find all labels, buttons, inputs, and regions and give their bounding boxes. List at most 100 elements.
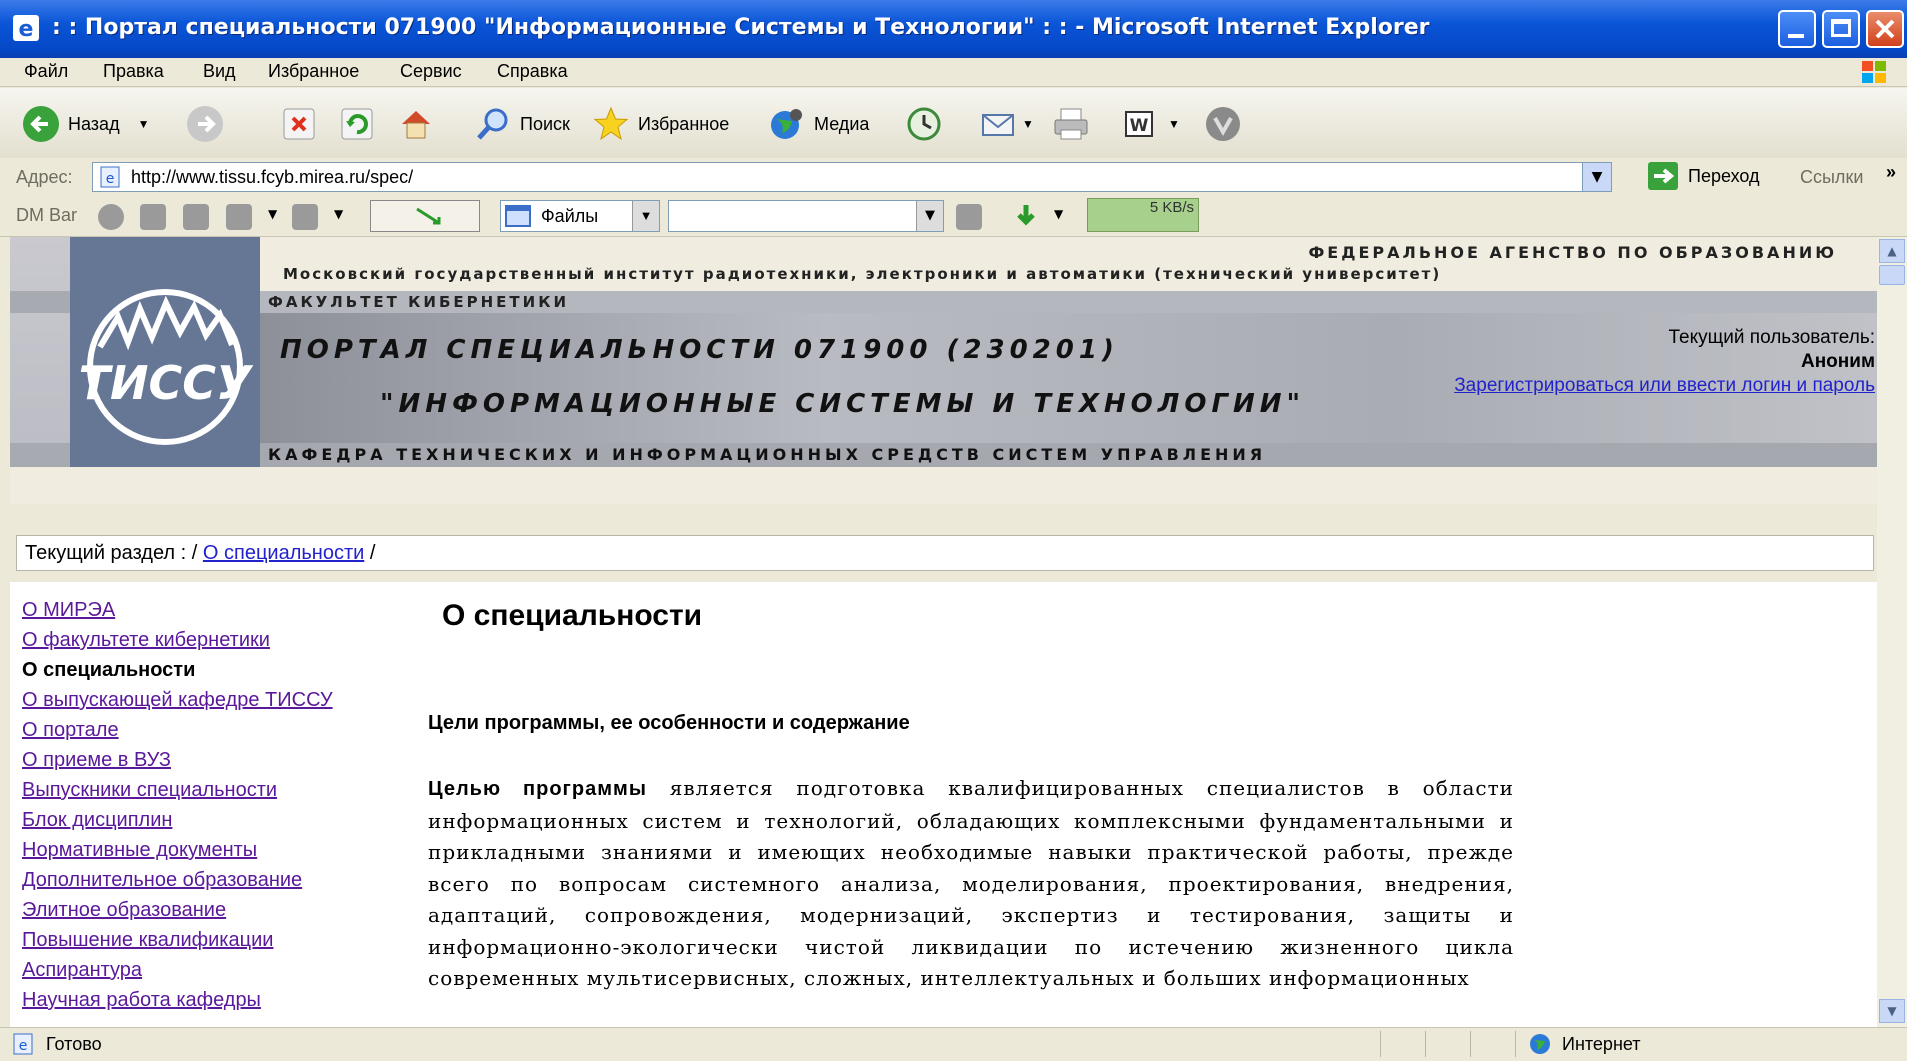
address-input[interactable]: e http://www.tissu.fcyb.mirea.ru/spec/ ▼ bbox=[92, 162, 1612, 192]
printer-icon bbox=[1054, 108, 1088, 140]
forward-button[interactable] bbox=[186, 104, 232, 144]
close-button[interactable] bbox=[1866, 10, 1904, 48]
menu-bar: Файл Правка Вид Избранное Сервис Справка bbox=[0, 58, 1907, 87]
star-icon bbox=[593, 106, 629, 141]
content-paragraph: Целью программы является подготовка квал… bbox=[428, 773, 1514, 995]
header-bottom-strip bbox=[10, 467, 1877, 504]
address-dropdown-icon[interactable]: ▼ bbox=[1582, 163, 1611, 191]
dm-files-dropdown-icon[interactable]: ▼ bbox=[632, 201, 659, 231]
dm-status-box[interactable] bbox=[370, 200, 480, 232]
dm-bar-label: DM Bar bbox=[16, 205, 78, 225]
scroll-up-icon[interactable]: ▲ bbox=[1879, 239, 1905, 263]
nav-item-documents[interactable]: Нормативные документы bbox=[22, 839, 257, 862]
menu-favorites[interactable]: Избранное bbox=[268, 61, 359, 82]
home-button[interactable] bbox=[397, 104, 443, 144]
institute-text: Московский государственный институт ради… bbox=[283, 265, 1442, 283]
back-dropdown-icon[interactable]: ▼ bbox=[138, 117, 150, 131]
agency-text: ФЕДЕРАЛЬНОЕ АГЕНСТВО ПО ОБРАЗОВАНИЮ bbox=[1308, 243, 1837, 262]
nav-item-graduates[interactable]: Выпускники специальности bbox=[22, 779, 277, 802]
go-button[interactable]: Переход bbox=[1648, 162, 1760, 190]
menu-tools[interactable]: Сервис bbox=[400, 61, 462, 82]
breadcrumb-link[interactable]: О специальности bbox=[203, 542, 364, 564]
minimize-button[interactable] bbox=[1778, 10, 1816, 48]
menu-file[interactable]: Файл bbox=[24, 61, 68, 82]
nav-item-disciplines[interactable]: Блок дисциплин bbox=[22, 809, 172, 832]
favorites-button[interactable]: Избранное bbox=[592, 104, 729, 144]
media-globe-icon bbox=[771, 109, 802, 139]
history-icon bbox=[907, 107, 941, 141]
stop-button[interactable] bbox=[280, 104, 326, 144]
dm-tools-icon[interactable] bbox=[292, 204, 318, 230]
page-title: О специальности bbox=[442, 599, 703, 632]
history-button[interactable] bbox=[905, 104, 951, 144]
nav-item-research[interactable]: Научная работа кафедры bbox=[22, 989, 261, 1012]
nav-item-portal[interactable]: О портале bbox=[22, 719, 119, 742]
status-text: Готово bbox=[46, 1034, 102, 1054]
dm-files-label: Файлы bbox=[541, 206, 599, 226]
dm-bar: DM Bar ▼ ▼ Файлы ▼ ▼ ▼ 5 KB/s bbox=[0, 196, 1907, 237]
nav-item-mirea[interactable]: О МИРЭА bbox=[22, 599, 115, 622]
stop-icon bbox=[283, 108, 315, 140]
scroll-thumb[interactable] bbox=[1879, 265, 1905, 285]
portal-title-line2: "ИНФОРМАЦИОННЫЕ СИСТЕМЫ И ТЕХНОЛОГИИ" bbox=[380, 389, 1306, 419]
dm-search-input[interactable]: ▼ bbox=[668, 200, 944, 232]
print-button[interactable] bbox=[1052, 104, 1098, 144]
breadcrumb-suffix: / bbox=[369, 542, 376, 564]
search-button[interactable]: Поиск bbox=[474, 104, 570, 144]
tissu-logo: ТИССУ bbox=[70, 237, 260, 504]
dm-globe-icon[interactable] bbox=[98, 204, 124, 230]
address-label: Адрес: bbox=[16, 167, 73, 187]
dm-home-icon[interactable] bbox=[226, 204, 252, 230]
nav-item-faculty[interactable]: О факультете кибернетики bbox=[22, 629, 270, 652]
register-login-link[interactable]: Зарегистрироваться или ввести логин и па… bbox=[1454, 375, 1875, 397]
home-icon bbox=[402, 111, 430, 139]
section-heading: Цели программы, ее особенности и содержа… bbox=[428, 712, 910, 734]
toolbar: Назад ▼ Поиск Избранное Медиа ▼ W ▼ bbox=[0, 88, 1907, 159]
download-icon[interactable] bbox=[1012, 202, 1040, 230]
go-label: Переход bbox=[1688, 165, 1760, 186]
media-button[interactable]: Медиа bbox=[768, 104, 869, 144]
faculty-bar: ФАКУЛЬТЕТ КИБЕРНЕТИКИ bbox=[260, 291, 1877, 313]
logo-image: ТИССУ bbox=[79, 289, 254, 445]
department-bar: КАФЕДРА ТЕХНИЧЕСКИХ И ИНФОРМАЦИОННЫХ СРЕ… bbox=[260, 443, 1877, 467]
search-icon bbox=[477, 108, 508, 140]
dm-search-dropdown-icon[interactable]: ▼ bbox=[916, 201, 943, 231]
dm-add-icon[interactable] bbox=[140, 204, 166, 230]
mail-button[interactable]: ▼ bbox=[980, 104, 1034, 144]
address-bar: Адрес: e http://www.tissu.fcyb.mirea.ru/… bbox=[0, 158, 1907, 197]
nav-item-qualification[interactable]: Повышение квалификации bbox=[22, 929, 273, 952]
paragraph-text: является подготовка квалифицированных сп… bbox=[428, 776, 1514, 990]
scroll-down-icon[interactable]: ▼ bbox=[1879, 999, 1905, 1023]
download-dropdown-icon[interactable]: ▼ bbox=[1054, 207, 1063, 221]
nav-item-postgraduate[interactable]: Аспирантура bbox=[22, 959, 142, 982]
dm-files-select[interactable]: Файлы ▼ bbox=[500, 200, 660, 232]
menu-view[interactable]: Вид bbox=[203, 61, 236, 82]
nav-item-admission[interactable]: О приеме в ВУЗ bbox=[22, 749, 171, 772]
dm-search-icon[interactable] bbox=[956, 204, 982, 230]
portal-banner: ПОРТАЛ СПЕЦИАЛЬНОСТИ 071900 (230201) "ИН… bbox=[260, 313, 1877, 443]
dm-arrow-icon bbox=[416, 207, 441, 225]
dm-dropdown-icon[interactable]: ▼ bbox=[268, 207, 277, 221]
nav-item-additional-education[interactable]: Дополнительное образование bbox=[22, 869, 302, 892]
back-label: Назад bbox=[68, 113, 120, 134]
maximize-button[interactable] bbox=[1822, 10, 1860, 48]
address-url: http://www.tissu.fcyb.mirea.ru/spec/ bbox=[131, 167, 414, 187]
mail-icon bbox=[982, 114, 1014, 136]
messenger-button[interactable] bbox=[1204, 104, 1250, 144]
window-icon bbox=[505, 205, 531, 227]
chevron-right-icon[interactable]: » bbox=[1886, 162, 1896, 183]
menu-help[interactable]: Справка bbox=[497, 61, 568, 82]
vertical-scrollbar[interactable]: ▲ ▼ bbox=[1877, 237, 1907, 1027]
dm-tools-dropdown-icon[interactable]: ▼ bbox=[334, 207, 343, 221]
dm-copy-icon[interactable] bbox=[183, 204, 209, 230]
window-title: : : Портал специальности 071900 "Информа… bbox=[52, 15, 1430, 40]
links-button[interactable]: Ссылки bbox=[1800, 167, 1863, 188]
breadcrumb-prefix: Текущий раздел : / bbox=[25, 542, 198, 564]
refresh-button[interactable] bbox=[338, 104, 384, 144]
paragraph-lead: Целью программы bbox=[428, 778, 647, 800]
nav-item-elite-education[interactable]: Элитное образование bbox=[22, 899, 226, 922]
nav-item-department[interactable]: О выпускающей кафедре ТИССУ bbox=[22, 689, 333, 712]
menu-edit[interactable]: Правка bbox=[103, 61, 164, 82]
edit-word-button[interactable]: W ▼ bbox=[1120, 104, 1180, 144]
back-button[interactable]: Назад ▼ bbox=[22, 104, 149, 144]
